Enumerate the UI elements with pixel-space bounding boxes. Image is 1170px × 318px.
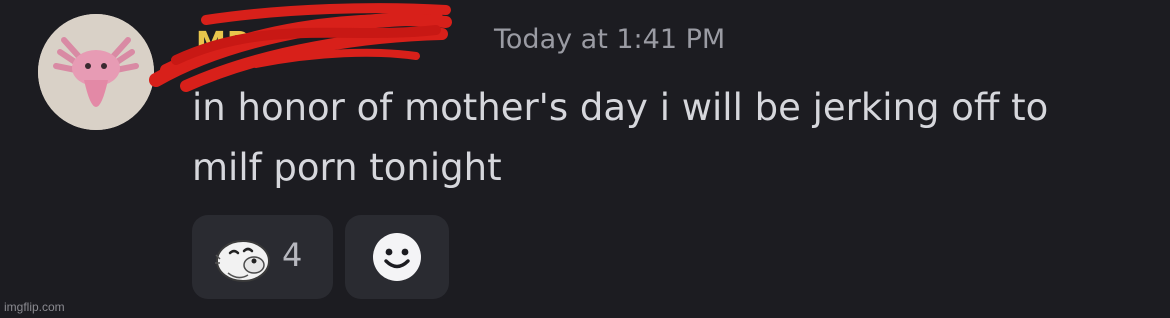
add-reaction-button[interactable] — [345, 215, 449, 299]
message-content: in honor of mother's day i will be jerki… — [192, 86, 1049, 189]
chat-message: MP Today at 1:41 PM in honor of mother's… — [0, 0, 1170, 318]
reaction-seal[interactable]: 4 — [192, 215, 333, 299]
timestamp: Today at 1:41 PM — [494, 24, 726, 55]
axolotl-avatar-image — [38, 14, 154, 130]
reaction-count: 4 — [282, 236, 303, 274]
smiley-face-icon — [373, 233, 421, 281]
watermark: imgflip.com — [4, 300, 65, 314]
username[interactable]: MP — [196, 26, 250, 61]
avatar[interactable] — [38, 14, 154, 130]
message-header: MP Today at 1:41 PM — [149, 3, 776, 92]
seal-emoji-icon — [215, 240, 270, 282]
